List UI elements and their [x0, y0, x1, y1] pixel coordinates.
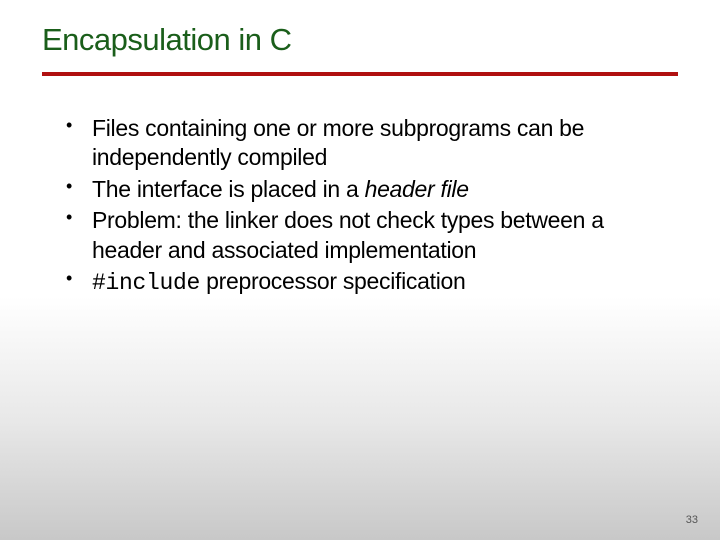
list-item: Problem: the linker does not check types… [60, 206, 660, 265]
bullet-text: preprocessor specification [200, 268, 465, 294]
list-item: Files containing one or more subprograms… [60, 114, 660, 173]
bullet-text: Files containing one or more subprograms… [92, 115, 584, 170]
page-number: 33 [686, 514, 698, 526]
bullet-emph: header file [365, 176, 469, 202]
bullet-text: Problem: the linker does not check types… [92, 207, 604, 262]
bullet-list: Files containing one or more subprograms… [60, 114, 660, 299]
title-underline [42, 72, 678, 76]
slide: Encapsulation in C Files containing one … [0, 0, 720, 540]
list-item: #include preprocessor specification [60, 267, 660, 298]
slide-body: Files containing one or more subprograms… [60, 114, 660, 299]
bullet-text: The interface is placed in a [92, 176, 365, 202]
slide-title: Encapsulation in C [0, 0, 720, 58]
bullet-code: #include [92, 270, 200, 296]
list-item: The interface is placed in a header file [60, 175, 660, 204]
